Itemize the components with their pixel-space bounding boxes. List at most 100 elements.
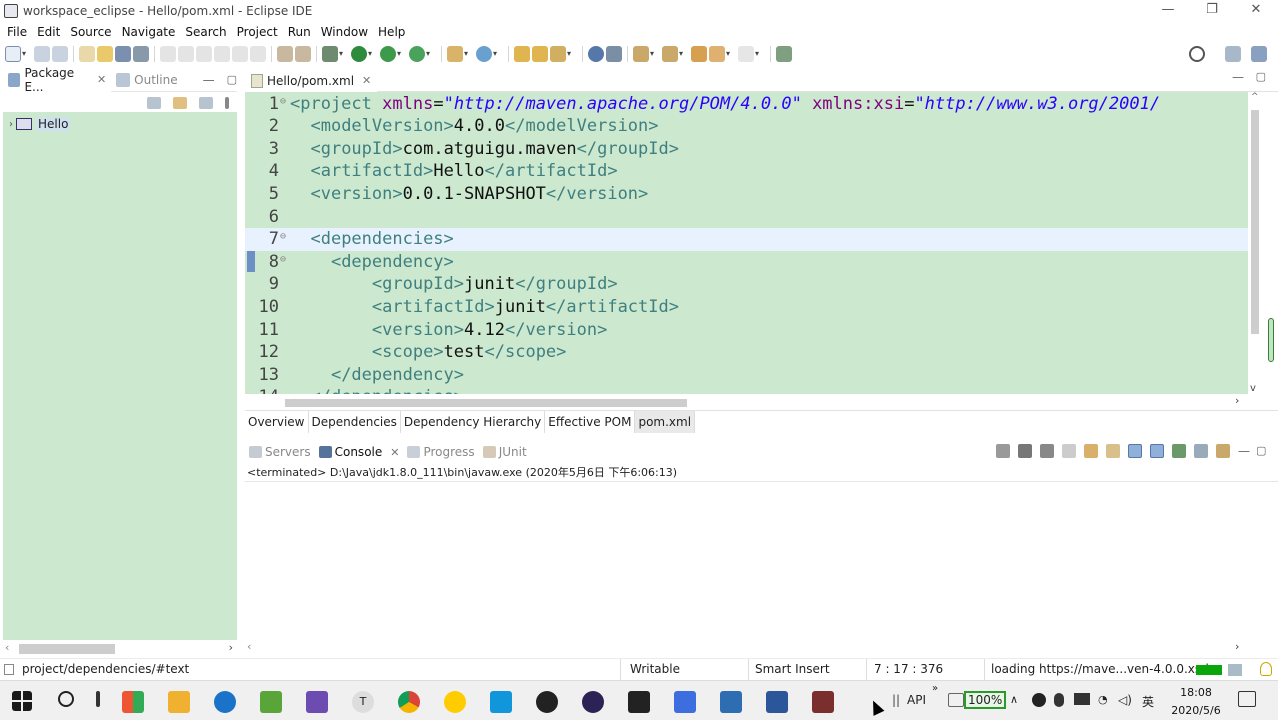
pdf-app-icon[interactable] (674, 691, 696, 713)
editor-horizontal-scrollbar[interactable]: ‹ › (245, 394, 1248, 410)
suspend-icon[interactable] (178, 46, 194, 62)
meeting-app-icon[interactable] (490, 691, 512, 713)
new-dropdown-icon[interactable]: ▾ (22, 46, 30, 62)
recording-app-icon[interactable] (812, 691, 834, 713)
chevron-up-icon[interactable]: ∧ (1010, 693, 1018, 706)
system-clock[interactable]: 18:08 2020/5/6 (1168, 684, 1224, 720)
scroll-down-icon[interactable]: v (1250, 383, 1256, 394)
external-tools-icon[interactable] (409, 46, 425, 62)
run-icon[interactable] (351, 46, 367, 62)
code-line[interactable]: 14 </dependencies> (245, 386, 1248, 394)
search-icon[interactable] (1189, 46, 1205, 62)
menu-help[interactable]: Help (378, 25, 405, 39)
file-explorer-icon[interactable] (168, 691, 190, 713)
open-console-icon[interactable] (1216, 444, 1230, 458)
next-annotation-icon[interactable] (633, 46, 649, 62)
next-annotation-dropdown-icon[interactable]: ▾ (650, 46, 658, 62)
visual-studio-icon[interactable] (306, 691, 328, 713)
previous-annotation-icon[interactable] (662, 46, 678, 62)
progress-view-icon[interactable] (1228, 664, 1242, 676)
pin-editor-icon[interactable] (606, 46, 622, 62)
new-java-project-dropdown-icon[interactable]: ▾ (464, 46, 472, 62)
tab-overview[interactable]: Overview (245, 411, 309, 433)
clear-console-icon[interactable] (1062, 444, 1076, 458)
task-view-icon[interactable] (96, 691, 100, 707)
code-line[interactable]: 6 (245, 206, 1248, 229)
minimize-editor-icon[interactable]: — (1232, 70, 1244, 84)
code-line[interactable]: 12 <scope>test</scope> (245, 341, 1248, 364)
new-class-dropdown-icon[interactable]: ▾ (493, 46, 501, 62)
tab-pom-xml-source[interactable]: pom.xml (635, 411, 696, 433)
open-type-icon[interactable] (97, 46, 113, 62)
menu-run[interactable]: Run (288, 25, 311, 39)
volume-icon[interactable]: ◁) (1118, 693, 1132, 707)
resume-icon[interactable] (160, 46, 176, 62)
word-icon[interactable] (766, 691, 788, 713)
minimize-view-icon[interactable]: — (1238, 444, 1250, 458)
show-more-icon[interactable]: » (932, 683, 938, 694)
scroll-up-icon[interactable]: ^ (1251, 92, 1259, 102)
overview-ruler[interactable] (1264, 92, 1278, 394)
java-perspective-icon[interactable] (1251, 46, 1267, 62)
scroll-thumb[interactable] (285, 399, 687, 407)
tab-package-explorer[interactable]: Package E... ✕ (3, 66, 112, 94)
code-line[interactable]: 11 <version>4.12</version> (245, 319, 1248, 342)
debug-dropdown-icon[interactable]: ▾ (339, 46, 347, 62)
format-icon[interactable] (277, 46, 293, 62)
minimize-view-icon[interactable]: — (203, 73, 215, 87)
code-line[interactable]: 9 <groupId>junit</groupId> (245, 273, 1248, 296)
remote-desktop-icon[interactable] (720, 691, 742, 713)
link-with-editor-icon[interactable] (173, 97, 187, 109)
scroll-right-icon[interactable]: › (1235, 640, 1239, 653)
fold-toggle-icon[interactable]: ⊖ (280, 249, 290, 272)
external-tools-dropdown-icon[interactable]: ▾ (426, 46, 434, 62)
save-icon[interactable] (34, 46, 50, 62)
maximize-view-icon[interactable]: ▢ (1256, 444, 1266, 458)
terminal-icon[interactable] (115, 46, 131, 62)
search-icon[interactable] (58, 691, 74, 707)
code-line[interactable]: 4 <artifactId>Hello</artifactId> (245, 160, 1248, 183)
search-tool-dropdown-icon[interactable]: ▾ (567, 46, 575, 62)
menu-source[interactable]: Source (70, 25, 111, 39)
toggle-comment-icon[interactable] (295, 46, 311, 62)
scroll-thumb[interactable] (1251, 110, 1259, 334)
step-into-icon[interactable] (214, 46, 230, 62)
tab-pom-xml[interactable]: Hello/pom.xml ✕ (245, 67, 378, 92)
fold-toggle-icon[interactable]: ⊖ (280, 92, 290, 113)
windows-start-icon[interactable] (12, 691, 32, 711)
code-line[interactable]: 2 <modelVersion>4.0.0</modelVersion> (245, 115, 1248, 138)
tip-icon[interactable] (1260, 662, 1272, 676)
tab-servers[interactable]: Servers (245, 445, 315, 459)
battery-indicator[interactable]: 100% (964, 691, 1007, 709)
code-line[interactable]: 5 <version>0.0.1-SNAPSHOT</version> (245, 183, 1248, 206)
remove-launch-icon[interactable] (1018, 444, 1032, 458)
console-output[interactable] (245, 484, 1278, 640)
view-menu-icon[interactable] (225, 97, 229, 109)
forward-icon[interactable] (738, 46, 754, 62)
terminate-icon[interactable] (196, 46, 212, 62)
restore-button[interactable]: ❐ (1190, 0, 1234, 22)
github-icon[interactable] (536, 691, 558, 713)
tab-dependencies[interactable]: Dependencies (309, 411, 401, 433)
terminate-icon[interactable] (996, 444, 1010, 458)
tab-outline[interactable]: Outline (111, 68, 182, 92)
code-line[interactable]: 1 ⊖ <project xmlns="http://maven.apache.or… (245, 93, 1248, 116)
ime-indicator[interactable]: 英 (1142, 693, 1154, 710)
code-line[interactable]: 10 <artifactId>junit</artifactId> (245, 296, 1248, 319)
scroll-lock-icon[interactable] (1084, 444, 1098, 458)
search-tool-icon[interactable] (550, 46, 566, 62)
coverage-dropdown-icon[interactable]: ▾ (397, 46, 405, 62)
fold-toggle-icon[interactable]: ⊖ (280, 226, 290, 249)
show-on-error-icon[interactable] (1150, 444, 1164, 458)
code-editor[interactable]: 1 ⊖ <project xmlns="http://maven.apache.or… (245, 92, 1248, 394)
display-icon[interactable] (1074, 693, 1090, 705)
collapse-all-icon[interactable] (147, 97, 161, 109)
expand-arrow-icon[interactable]: › (9, 119, 13, 130)
maximize-view-icon[interactable]: ▢ (227, 73, 237, 86)
menu-window[interactable]: Window (321, 25, 368, 39)
menu-project[interactable]: Project (237, 25, 278, 39)
menu-navigate[interactable]: Navigate (122, 25, 176, 39)
typora-icon[interactable]: T (352, 691, 374, 713)
build-icon[interactable] (79, 46, 95, 62)
microphone-icon[interactable] (1054, 693, 1064, 707)
